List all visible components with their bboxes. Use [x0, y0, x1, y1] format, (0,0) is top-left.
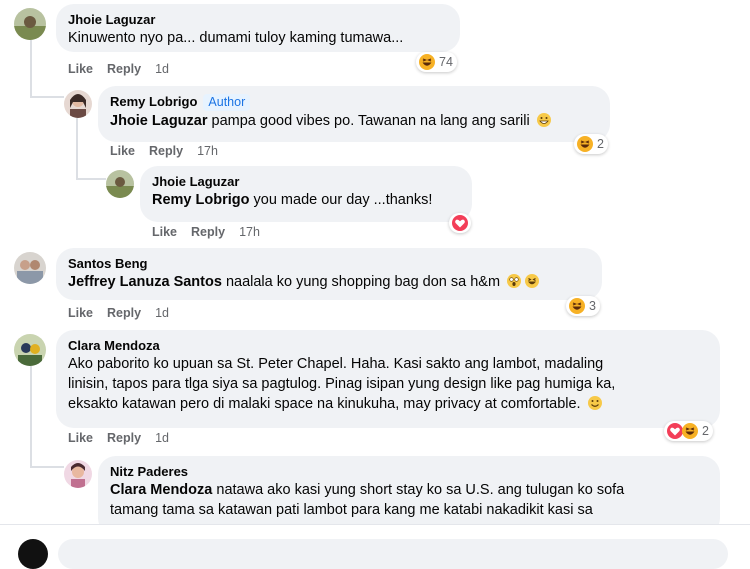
thread-line [76, 178, 106, 180]
comment-bubble: Jhoie Laguzar Kinuwento nyo pa... dumami… [56, 4, 460, 52]
comment-actions: Like Reply 17h [110, 144, 218, 158]
comment-text: Kinuwento nyo pa... dumami tuloy kaming … [68, 30, 404, 46]
commenter-name[interactable]: Jhoie Laguzar [152, 173, 460, 190]
comment-actions: Like Reply 1d [68, 431, 169, 445]
grinning-sweat-emoji-icon [536, 113, 551, 127]
commenter-name[interactable]: Santos Beng [68, 255, 590, 272]
comment-bubble: Clara Mendoza Ako paborito ko upuan sa S… [56, 330, 720, 428]
haha-emoji-icon [419, 54, 435, 70]
reaction-summary[interactable]: 2 [574, 134, 608, 154]
mention-link[interactable]: Jeffrey Lanuza Santos [68, 274, 222, 290]
comment-text-row: eksakto katawan pero di malaki space na … [68, 394, 708, 414]
reply-button[interactable]: Reply [107, 306, 141, 320]
comment-composer [0, 524, 750, 569]
commenter-name[interactable]: Clara Mendoza [68, 337, 708, 354]
comment-text-line: eksakto katawan pero di malaki space na … [68, 396, 581, 412]
haha-emoji-icon [577, 136, 593, 152]
reaction-count: 2 [597, 137, 604, 151]
timestamp[interactable]: 1d [155, 431, 169, 445]
heart-emoji-icon [452, 215, 468, 231]
reaction-count: 74 [439, 55, 453, 69]
comment-text: you made our day ...thanks! [253, 192, 433, 208]
reaction-count: 3 [589, 299, 596, 313]
comment-text-row: Remy Lobrigo you made our day ...thanks! [152, 190, 460, 210]
author-badge: Author [203, 94, 251, 111]
comment-text-row: Clara Mendoza natawa ako kasi yung short… [110, 480, 708, 500]
comment-text-line: tamang tama sa katawan pati lambot para … [110, 502, 593, 518]
reaction-summary[interactable]: 3 [566, 296, 600, 316]
thread-line [30, 366, 32, 466]
reply-button[interactable]: Reply [107, 431, 141, 445]
comment-text-line: natawa ako kasi yung short stay ko sa U.… [216, 482, 625, 498]
commenter-name-row: Remy Lobrigo Author [110, 93, 598, 111]
reply-button[interactable]: Reply [191, 225, 225, 239]
haha-emoji-icon [682, 423, 698, 439]
comment-bubble: Santos Beng Jeffrey Lanuza Santos naalal… [56, 248, 602, 300]
timestamp[interactable]: 17h [239, 225, 260, 239]
commenter-name[interactable]: Remy Lobrigo [110, 94, 197, 109]
like-button[interactable]: Like [68, 306, 93, 320]
reply-button[interactable]: Reply [107, 62, 141, 76]
comment-text: pampa good vibes po. Tawanan na lang ang… [211, 113, 530, 129]
avatar[interactable] [106, 170, 134, 198]
avatar[interactable] [64, 460, 92, 488]
comment-bubble: Jhoie Laguzar Remy Lobrigo you made our … [140, 166, 472, 222]
comment-bubble: Remy Lobrigo Author Jhoie Laguzar pampa g… [98, 86, 610, 142]
commenter-name[interactable]: Nitz Paderes [110, 463, 708, 480]
thread-line [30, 40, 32, 96]
comment-text-row: Jeffrey Lanuza Santos naalala ko yung sh… [68, 272, 590, 292]
reply-button[interactable]: Reply [149, 144, 183, 158]
timestamp[interactable]: 1d [155, 62, 169, 76]
thread-line [76, 118, 78, 178]
reaction-count: 2 [702, 424, 709, 438]
reaction-summary[interactable]: 74 [416, 52, 457, 72]
avatar[interactable] [64, 90, 92, 118]
comment-text-row: Jhoie Laguzar pampa good vibes po. Tawan… [110, 111, 598, 131]
thread-line [30, 466, 64, 468]
mention-link[interactable]: Remy Lobrigo [152, 192, 249, 208]
timestamp[interactable]: 17h [197, 144, 218, 158]
mention-link[interactable]: Jhoie Laguzar [110, 113, 208, 129]
commenter-name[interactable]: Jhoie Laguzar [68, 11, 448, 28]
comment-actions: Like Reply 1d [68, 306, 169, 320]
avatar[interactable] [14, 8, 46, 40]
comment-text: naalala ko yung shopping bag don sa h&m [225, 274, 501, 290]
mention-link[interactable]: Clara Mendoza [110, 482, 212, 498]
comment-text-line: Ako paborito ko upuan sa St. Peter Chape… [68, 356, 604, 372]
like-button[interactable]: Like [68, 431, 93, 445]
comment-actions: Like Reply 17h [152, 225, 260, 239]
laughing-emoji-icon [525, 274, 540, 288]
smiling-emoji-icon [587, 396, 602, 410]
haha-emoji-icon [569, 298, 585, 314]
avatar[interactable] [14, 252, 46, 284]
comment-actions: Like Reply 1d [68, 62, 169, 76]
comment-text-line: linisin, tapos para tlga siya sa pagtulo… [68, 376, 616, 392]
timestamp[interactable]: 1d [155, 306, 169, 320]
avatar[interactable] [14, 334, 46, 366]
like-button[interactable]: Like [152, 225, 177, 239]
astonished-emoji-icon [507, 274, 522, 288]
thread-line [30, 96, 64, 98]
like-button[interactable]: Like [110, 144, 135, 158]
like-button[interactable]: Like [68, 62, 93, 76]
reaction-summary[interactable]: 2 [664, 421, 713, 441]
reaction-summary[interactable] [449, 213, 471, 233]
